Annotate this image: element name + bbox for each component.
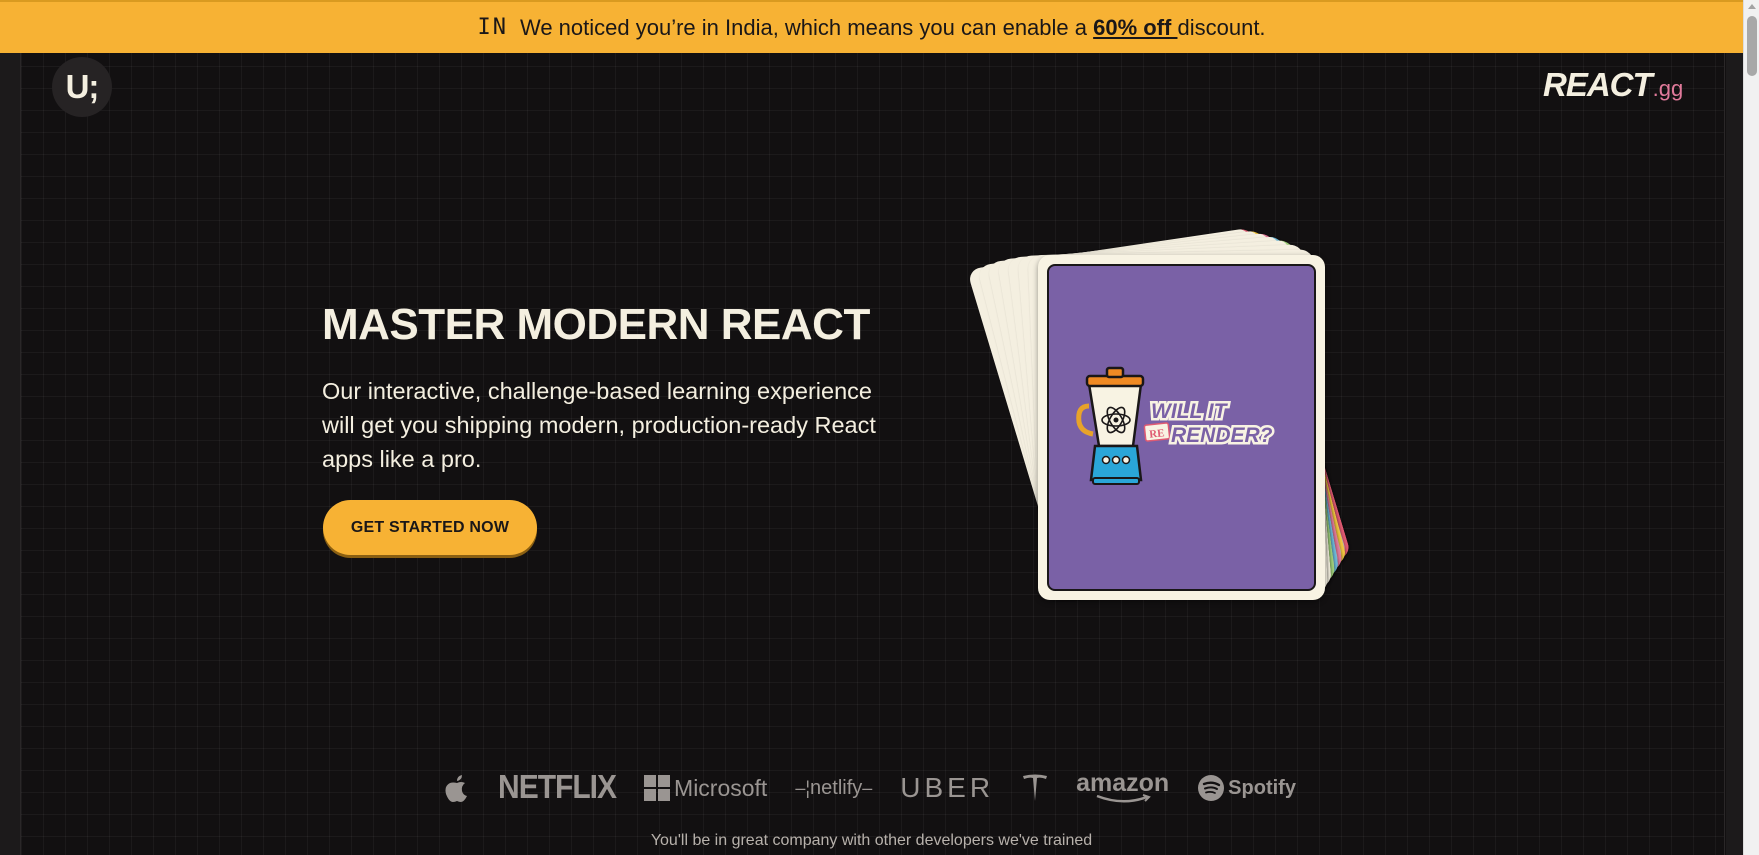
netflix-logo: NETFLIX bbox=[498, 769, 617, 806]
card-line2: RENDER? bbox=[1171, 424, 1273, 447]
scroll-up-arrow-icon[interactable] bbox=[1748, 4, 1756, 9]
hero-title: MASTER MODERN REACT bbox=[322, 300, 870, 349]
amazon-text: amazon bbox=[1076, 769, 1170, 797]
blender-icon bbox=[1076, 366, 1145, 485]
tesla-icon bbox=[1022, 773, 1048, 803]
right-gutter bbox=[1726, 0, 1743, 855]
banner-message: We noticed you’re in India, which means … bbox=[519, 14, 1094, 40]
amazon-logo: amazon bbox=[1076, 769, 1170, 804]
react-logo-text: REACT bbox=[1543, 66, 1653, 103]
react-gg-logo[interactable]: REACT .gg bbox=[1543, 66, 1683, 106]
will-it-rerender-illustration: WILL IT RE RENDER? bbox=[1076, 366, 1275, 485]
ui-logo-text: U; bbox=[65, 68, 100, 105]
companies-tagline: You'll be in great company with other de… bbox=[650, 832, 1093, 849]
apple-icon bbox=[444, 773, 470, 803]
netlify-logo: –¦ netlify – bbox=[795, 776, 873, 799]
course-card-face: WILL IT RE RENDER? bbox=[1047, 264, 1316, 591]
get-started-button[interactable]: GET STARTED NOW bbox=[323, 500, 537, 555]
course-card[interactable]: WILL IT RE RENDER? bbox=[1038, 255, 1325, 600]
flag-icon: IN bbox=[477, 15, 508, 40]
page: IN We noticed you’re in India, which mea… bbox=[0, 0, 1743, 855]
card-badge: RE bbox=[1149, 427, 1165, 441]
page-scrollbar[interactable] bbox=[1743, 0, 1759, 855]
netlify-text: netlify bbox=[810, 776, 863, 799]
react-logo-suffix: .gg bbox=[1652, 76, 1684, 101]
scrollbar-thumb[interactable] bbox=[1747, 16, 1757, 76]
microsoft-text: Microsoft bbox=[674, 774, 768, 801]
banner-message-end: discount. bbox=[1177, 14, 1266, 40]
discount-banner: IN We noticed you’re in India, which mea… bbox=[0, 0, 1743, 53]
spotify-text: Spotify bbox=[1228, 776, 1296, 799]
company-logos: NETFLIX Microsoft –¦ netlify – UBER amazon… bbox=[440, 768, 1300, 808]
ui-dev-logo[interactable]: U; bbox=[52, 57, 112, 117]
spotify-logo: Spotify bbox=[1197, 774, 1296, 802]
left-gutter bbox=[0, 0, 20, 855]
discount-offer-link[interactable]: 60% off bbox=[1093, 15, 1177, 41]
card-line1: WILL IT bbox=[1151, 400, 1229, 423]
hero-description: Our interactive, challenge-based learnin… bbox=[322, 378, 876, 472]
microsoft-logo: Microsoft bbox=[644, 775, 767, 802]
uber-logo: UBER bbox=[900, 772, 995, 803]
